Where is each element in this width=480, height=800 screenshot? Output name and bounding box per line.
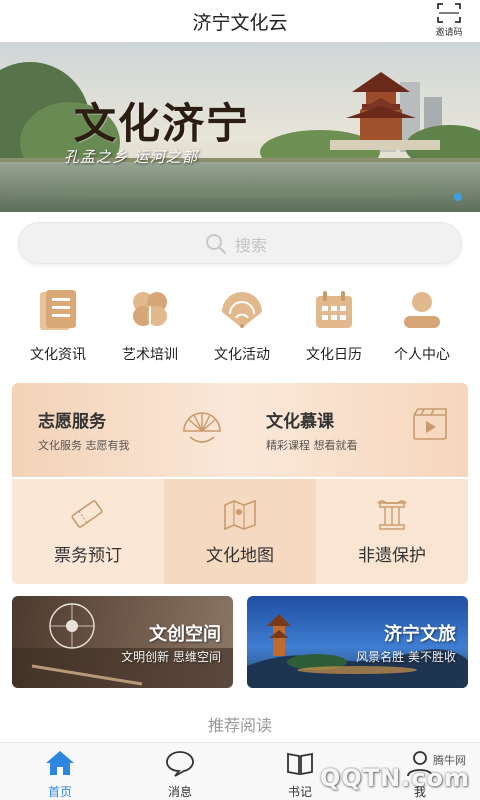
map-pin-icon bbox=[224, 499, 256, 531]
invite-code-label: 邀请码 bbox=[435, 28, 463, 38]
menu-item-personal-center[interactable]: 个人中心 bbox=[376, 284, 468, 370]
jining-tourism-promo[interactable]: 济宁文旅 风景名胜 美不胜收 bbox=[247, 596, 468, 688]
menu-item-label: 文化日历 bbox=[306, 347, 362, 363]
menu-item-label: 艺术培训 bbox=[122, 347, 178, 363]
tab-messages-label: 消息 bbox=[167, 785, 192, 799]
creative-space-subtitle: 文明创新 思维空间 bbox=[121, 650, 221, 664]
banner-carousel[interactable]: 文化济宁 孔孟之乡 运河之都 bbox=[0, 42, 480, 212]
search-inner: 搜索 bbox=[205, 232, 267, 256]
volunteer-service-title: 志愿服务 bbox=[38, 412, 106, 432]
culture-map-card[interactable]: 文化地图 bbox=[164, 479, 316, 584]
menu-item-art-training[interactable]: 艺术培训 bbox=[104, 284, 196, 370]
app-screen: 济宁文化云 邀请码 文化济宁 孔孟之乡 运河之都 搜索 文化资讯 艺术培训 文化… bbox=[0, 0, 480, 800]
menu-item-culture-calendar[interactable]: 文化日历 bbox=[288, 284, 380, 370]
qr-scan-icon bbox=[437, 3, 461, 23]
seashell-fan-icon bbox=[183, 412, 221, 443]
banner-title: 文化济宁 bbox=[74, 99, 251, 148]
volunteer-service-subtitle: 文化服务 志愿有我 bbox=[38, 439, 130, 452]
tab-messages[interactable]: 消息 bbox=[120, 743, 240, 800]
ticket-booking-label: 票务预订 bbox=[54, 546, 122, 566]
menu-item-culture-activity[interactable]: 文化活动 bbox=[196, 284, 288, 370]
app-header: 济宁文化云 邀请码 bbox=[0, 0, 480, 42]
quick-menu: 文化资讯 艺术培训 文化活动 文化日历 个人中心 bbox=[0, 284, 480, 370]
calendar-icon bbox=[316, 291, 352, 328]
jining-tourism-title: 济宁文旅 bbox=[384, 624, 456, 645]
video-clapper-icon bbox=[413, 408, 447, 440]
search-bar[interactable]: 搜索 bbox=[18, 222, 462, 264]
banner-subtitle: 孔孟之乡 运河之都 bbox=[64, 148, 198, 166]
menu-item-culture-news[interactable]: 文化资讯 bbox=[12, 284, 104, 370]
column-pillar-icon bbox=[377, 500, 407, 530]
menu-item-label: 文化资讯 bbox=[30, 347, 86, 363]
culture-mooc-card[interactable]: 文化慕课 精彩课程 想看就看 bbox=[240, 383, 468, 477]
heritage-protection-label: 非遗保护 bbox=[358, 546, 426, 566]
invite-code-button[interactable]: 邀请码 bbox=[426, 2, 472, 40]
search-icon bbox=[206, 234, 227, 255]
creative-space-promo[interactable]: 文创空间 文明创新 思维空间 bbox=[12, 596, 233, 688]
culture-map-label: 文化地图 bbox=[206, 546, 274, 566]
chat-bubble-icon bbox=[166, 751, 194, 777]
watermark-domain: QQTN.com bbox=[319, 764, 470, 792]
culture-mooc-subtitle: 精彩课程 想看就看 bbox=[266, 439, 358, 452]
ticket-booking-card[interactable]: 票务预订 bbox=[12, 479, 164, 584]
creative-space-title: 文创空间 bbox=[149, 624, 221, 645]
clover-icon bbox=[133, 292, 167, 330]
tab-home-label: 首页 bbox=[47, 785, 72, 799]
menu-item-label: 个人中心 bbox=[394, 347, 450, 363]
recommended-reading-heading: 推荐阅读 bbox=[207, 716, 272, 735]
heritage-protection-card[interactable]: 非遗保护 bbox=[316, 479, 468, 584]
app-title: 济宁文化云 bbox=[192, 12, 288, 34]
news-document-icon bbox=[40, 290, 76, 330]
culture-mooc-title: 文化慕课 bbox=[266, 412, 334, 432]
search-placeholder: 搜索 bbox=[235, 236, 268, 255]
carousel-indicator-dot[interactable] bbox=[454, 193, 462, 201]
home-icon bbox=[46, 751, 74, 775]
menu-item-label: 文化活动 bbox=[214, 347, 270, 363]
tab-home[interactable]: 首页 bbox=[0, 743, 120, 800]
ticket-icon bbox=[71, 500, 103, 528]
book-icon bbox=[287, 752, 313, 776]
folding-fan-icon bbox=[222, 292, 262, 328]
user-icon bbox=[404, 292, 440, 328]
volunteer-service-card[interactable]: 志愿服务 文化服务 志愿有我 bbox=[12, 383, 240, 477]
jining-tourism-subtitle: 风景名胜 美不胜收 bbox=[356, 650, 456, 664]
site-watermark: 腾牛网 QQTN.com bbox=[320, 752, 474, 798]
